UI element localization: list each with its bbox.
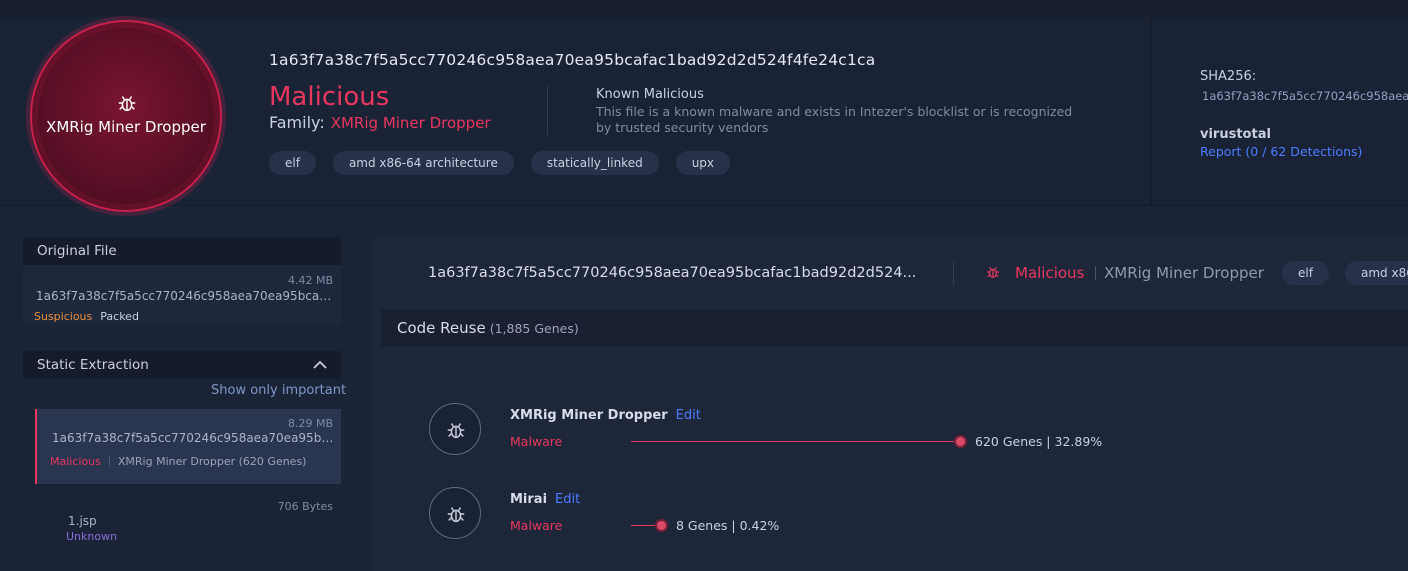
divider [953,261,954,285]
gene-stats: 8 Genes | 0.42% [676,518,780,533]
suspicious-badge: Suspicious [34,310,93,323]
main-panel: 1a63f7a38c7f5a5cc770246c958aea70ea95bcaf… [373,237,1408,571]
gene-share-marker [655,519,668,532]
unknown-badge: Unknown [66,530,118,543]
original-file-size: 4.42 MB [287,274,333,287]
original-file-hash: 1a63f7a38c7f5a5cc770246c958aea70ea95bcaf… [36,289,334,303]
main-family: XMRig Miner Dropper [1104,264,1264,282]
bug-icon [447,423,465,439]
gene-family-row: XMRig Miner Dropper Edit Malware 620 Gene… [429,403,1329,459]
divider [547,85,548,135]
jsp-file-name[interactable]: 1.jsp [68,514,97,528]
main-verdict: Malicious [1015,264,1085,282]
verdict-circle: XMRig Miner Dropper [30,20,222,212]
packed-badge: Packed [100,310,139,323]
separator [108,455,110,466]
extracted-file-hash: 1a63f7a38c7f5a5cc770246c958aea70ea95bcaf… [52,431,334,445]
top-strip [0,0,1408,18]
jsp-file-size: 706 Bytes [277,500,333,513]
static-extraction-title: Static Extraction [37,357,149,373]
chevron-up-icon[interactable] [313,360,327,370]
gene-family-name: XMRig Miner Dropper Edit [510,408,701,423]
extracted-file-status: Malicious XMRig Miner Dropper (620 Genes) [50,450,306,469]
code-reuse-bar: Code Reuse (1,885 Genes) [381,309,1408,347]
gene-family-type: Malware [510,518,563,533]
gene-family-label[interactable]: XMRig Miner Dropper [510,408,668,423]
main-file-hash[interactable]: 1a63f7a38c7f5a5cc770246c958aea70ea95bcaf… [428,265,916,281]
tag-list: elf amd x86-64 architecture statically_l… [269,151,731,175]
extracted-file-size: 8.29 MB [287,417,333,430]
analysis-header: XMRig Miner Dropper 1a63f7a38c7f5a5cc770… [0,18,1408,212]
tag-packer[interactable]: upx [675,151,731,175]
gene-family-name: Mirai Edit [510,492,580,507]
bug-icon [987,267,999,278]
original-file-status: Suspicious Packed [34,305,139,324]
main-file-header: 1a63f7a38c7f5a5cc770246c958aea70ea95bcaf… [373,237,1408,309]
gene-stats: 620 Genes | 32.89% [975,434,1103,449]
tag-linking[interactable]: statically_linked [530,151,659,175]
edit-link[interactable]: Edit [676,408,701,423]
code-reuse-label: Code Reuse [397,319,486,337]
bug-icon [447,507,465,523]
header-divider [1150,18,1152,206]
gene-family-label[interactable]: Mirai [510,492,547,507]
code-reuse-count: (1,885 Genes) [489,321,579,336]
tag-elf[interactable]: elf [269,151,316,175]
separator [1095,266,1096,280]
sha256-label: SHA256: [1200,69,1257,84]
verdict-label: Malicious [269,82,390,112]
show-only-important-link[interactable]: Show only important [211,383,346,398]
gene-family-type: Malware [510,434,563,449]
gene-share-marker [954,435,967,448]
tag-elf[interactable]: elf [1282,261,1329,285]
family-prefix: Family: [269,113,325,132]
known-malicious-title: Known Malicious [596,87,704,102]
known-malicious-description: This file is a known malware and exists … [596,104,1073,135]
virustotal-label: virustotal [1200,127,1271,142]
family-avatar [429,403,481,455]
code-reuse-title: Code Reuse (1,885 Genes) [397,319,579,337]
extracted-family: XMRig Miner Dropper (620 Genes) [117,455,307,468]
original-file-card[interactable]: 4.42 MB 1a63f7a38c7f5a5cc770246c958aea70… [23,265,341,325]
static-extraction-header[interactable]: Static Extraction [23,351,341,379]
original-file-header: Original File [23,237,341,265]
tag-architecture[interactable]: amd x86 [1345,261,1408,285]
family-line: Family: XMRig Miner Dropper [269,113,491,132]
file-hash-title[interactable]: 1a63f7a38c7f5a5cc770246c958aea70ea95bcaf… [269,51,875,69]
malicious-badge: Malicious [50,455,101,468]
gene-family-row: Mirai Edit Malware 8 Genes | 0.42% [429,487,1329,543]
virustotal-report-link[interactable]: Report (0 / 62 Detections) [1200,144,1362,159]
edit-link[interactable]: Edit [555,492,580,507]
family-name[interactable]: XMRig Miner Dropper [331,114,491,132]
extracted-file-item-selected[interactable]: 8.29 MB 1a63f7a38c7f5a5cc770246c958aea70… [35,409,341,484]
tag-architecture[interactable]: amd x86-64 architecture [332,151,514,175]
gene-share-track [631,441,960,442]
bug-icon [118,96,136,112]
original-file-title: Original File [37,243,117,259]
family-avatar [429,487,481,539]
sha256-value[interactable]: 1a63f7a38c7f5a5cc770246c958aea7 [1202,89,1408,103]
circle-family-label: XMRig Miner Dropper [46,118,206,136]
